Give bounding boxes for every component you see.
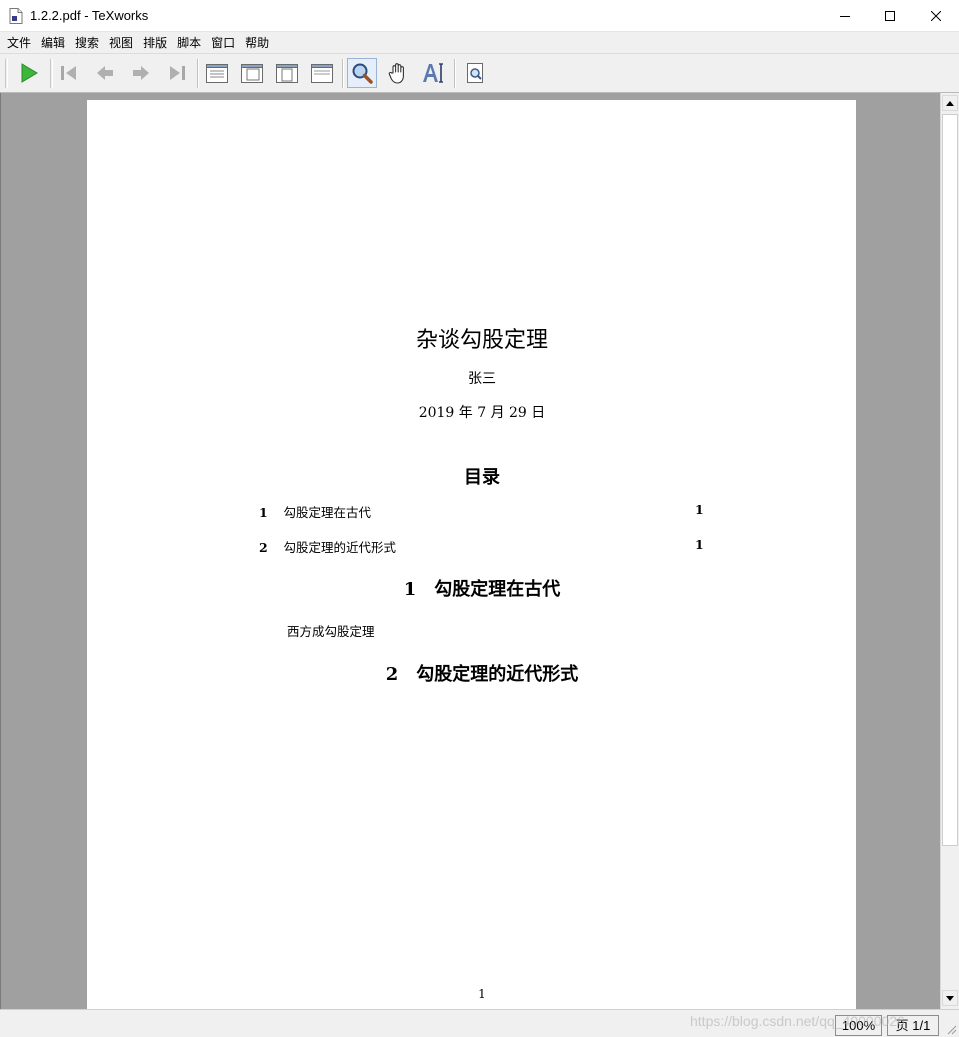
scroll-hand-tool-icon — [388, 63, 404, 84]
find-in-pdf-button[interactable] — [460, 58, 490, 88]
toc-entry-title: 勾股定理的近代形式 — [283, 540, 397, 555]
scrollbar-thumb[interactable] — [942, 114, 958, 846]
fit-width-icon — [241, 64, 263, 83]
toc-entry[interactable]: 2 勾股定理的近代形式 — [259, 537, 396, 556]
toolbar-separator — [342, 59, 344, 88]
fit-width-button[interactable] — [237, 58, 267, 88]
last-page-icon — [170, 66, 185, 80]
fit-content-icon — [311, 64, 333, 83]
toolbar-grip[interactable] — [5, 59, 8, 88]
toolbar-separator — [454, 59, 456, 88]
select-text-tool-icon — [423, 63, 443, 83]
actual-size-button[interactable] — [202, 58, 232, 88]
toc-entry-number: 2 — [259, 540, 268, 555]
toc-entry-title: 勾股定理在古代 — [283, 505, 372, 520]
watermark: https://blog.csdn.net/qq_40000026 — [690, 1013, 905, 1029]
menu-file[interactable]: 文件 — [2, 33, 36, 53]
menu-window[interactable]: 窗口 — [206, 33, 240, 53]
pdf-document-icon — [9, 8, 23, 24]
close-icon — [931, 11, 941, 21]
fit-window-button[interactable] — [272, 58, 302, 88]
next-page-icon — [133, 66, 149, 80]
pdf-viewer[interactable]: 杂谈勾股定理 张三 2019 年 7 月 29 日 目录 1 勾股定理在古代 1… — [0, 93, 940, 1009]
fit-window-icon — [276, 64, 298, 83]
section-body: 西方成勾股定理 — [287, 624, 375, 639]
magnify-tool-icon — [352, 63, 373, 84]
menu-view[interactable]: 视图 — [104, 33, 138, 53]
menu-help[interactable]: 帮助 — [240, 33, 274, 53]
section-heading: 2 勾股定理的近代形式 — [87, 660, 877, 686]
next-page-button[interactable] — [126, 58, 156, 88]
find-in-pdf-icon — [467, 63, 483, 83]
toc-entry[interactable]: 1 勾股定理在古代 — [259, 502, 371, 521]
previous-page-button[interactable] — [90, 58, 120, 88]
minimize-icon — [840, 16, 850, 17]
maximize-button[interactable] — [867, 0, 913, 32]
minimize-button[interactable] — [822, 0, 868, 32]
vertical-scrollbar[interactable] — [940, 93, 959, 1009]
toolbar-grip-2[interactable] — [50, 59, 53, 88]
close-button[interactable] — [913, 0, 959, 32]
pdf-page[interactable]: 杂谈勾股定理 张三 2019 年 7 月 29 日 目录 1 勾股定理在古代 1… — [87, 100, 856, 1009]
maximize-icon — [885, 11, 895, 21]
typeset-icon — [21, 63, 38, 83]
menu-typeset[interactable]: 排版 — [138, 33, 172, 53]
scroll-up-button[interactable] — [942, 95, 958, 111]
menu-search[interactable]: 搜索 — [70, 33, 104, 53]
arrow-down-icon — [946, 995, 954, 1001]
first-page-icon — [61, 66, 76, 80]
typeset-button[interactable] — [14, 58, 44, 88]
section-heading: 1 勾股定理在古代 — [87, 575, 877, 601]
section-title: 勾股定理的近代形式 — [416, 664, 579, 685]
arrow-up-icon — [946, 100, 954, 106]
menu-edit[interactable]: 编辑 — [36, 33, 70, 53]
window-title: 1.2.2.pdf - TeXworks — [30, 8, 149, 23]
toc-entry-page: 1 — [695, 502, 704, 517]
toc-entry-page: 1 — [695, 537, 704, 552]
section-number: 2 — [385, 664, 399, 685]
actual-size-icon — [206, 64, 228, 83]
menu-bar: 文件 编辑 搜索 视图 排版 脚本 窗口 帮助 — [0, 32, 959, 53]
fit-content-button[interactable] — [307, 58, 337, 88]
resize-grip-icon[interactable] — [945, 1023, 957, 1035]
document-title: 杂谈勾股定理 — [415, 328, 548, 353]
select-text-tool-button[interactable] — [418, 58, 448, 88]
magnify-tool-button[interactable] — [347, 58, 377, 88]
page-number: 1 — [478, 987, 486, 1001]
document-author: 张三 — [468, 371, 496, 387]
title-bar: 1.2.2.pdf - TeXworks — [0, 0, 959, 32]
last-page-button[interactable] — [162, 58, 192, 88]
previous-page-icon — [97, 66, 113, 80]
section-number: 1 — [403, 579, 417, 600]
document-date: 2019 年 7 月 29 日 — [418, 405, 546, 421]
scroll-down-button[interactable] — [942, 990, 958, 1006]
scroll-hand-tool-button[interactable] — [383, 58, 413, 88]
menu-scripts[interactable]: 脚本 — [172, 33, 206, 53]
toolbar — [0, 53, 959, 93]
toolbar-separator — [197, 59, 199, 88]
toc-entry-number: 1 — [259, 505, 268, 520]
first-page-button[interactable] — [54, 58, 84, 88]
section-title: 勾股定理在古代 — [434, 579, 561, 600]
toc-heading: 目录 — [464, 467, 500, 488]
